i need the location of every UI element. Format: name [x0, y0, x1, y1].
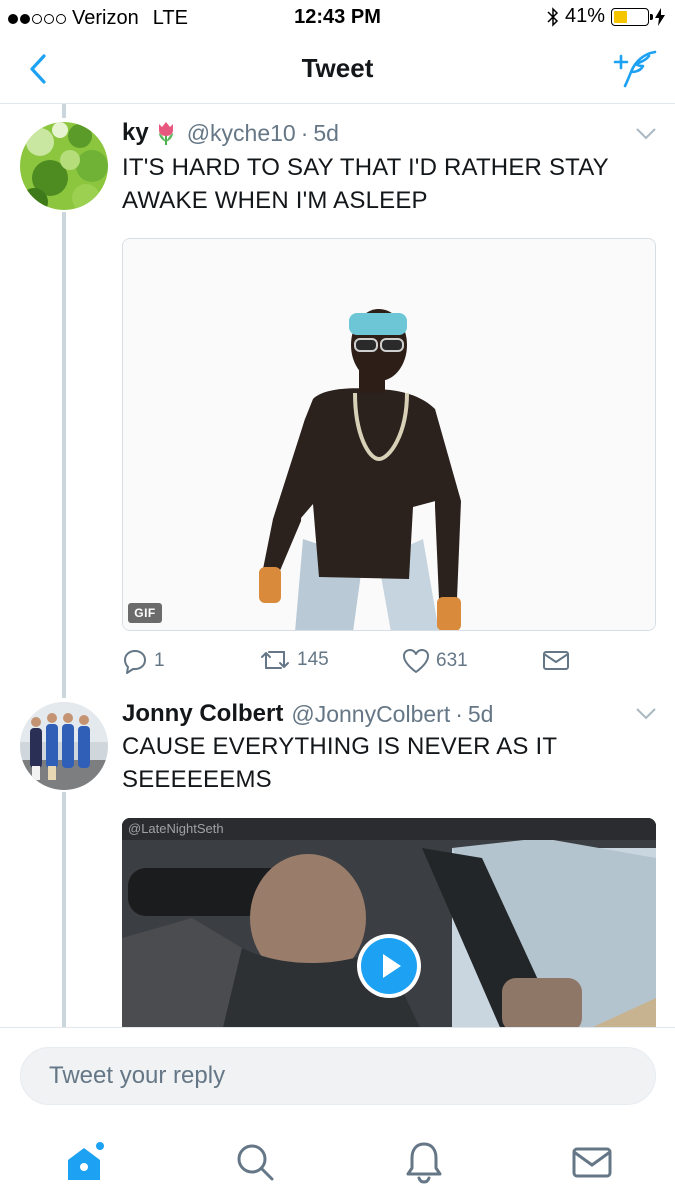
status-right: 41%: [547, 5, 665, 28]
thread-line: [62, 104, 66, 118]
tweet-actions: 1 145 631: [122, 648, 582, 678]
battery-percent: 41%: [564, 5, 605, 27]
bluetooth-icon: [547, 6, 559, 27]
avatar[interactable]: [20, 702, 108, 790]
like-count: 631: [436, 650, 468, 671]
author-name[interactable]: ky: [122, 119, 149, 147]
tweet-time: 5d: [313, 119, 339, 146]
heart-icon: [403, 649, 429, 673]
battery-icon: [611, 7, 653, 26]
separator-dot: ·: [300, 119, 309, 146]
gif-badge: GIF: [128, 603, 162, 623]
separator-dot: ·: [455, 700, 463, 727]
charging-icon: [655, 7, 665, 26]
retweet-button[interactable]: 145: [259, 648, 329, 672]
tweet-text: CAUSE EVERYTHING IS NEVER AS IT SEEEEEEM…: [122, 733, 557, 793]
play-icon: [361, 938, 417, 994]
messages-icon[interactable]: [570, 1140, 614, 1184]
reply-count: 1: [154, 650, 165, 671]
video-watermark: @LateNightSeth: [128, 821, 224, 836]
play-button[interactable]: [357, 934, 421, 998]
tweet-media-video[interactable]: [122, 818, 656, 1032]
status-bar: Verizon LTE 12:43 PM 41%: [0, 0, 675, 34]
retweet-icon: [261, 651, 289, 669]
navigation-bar: Tweet: [0, 34, 675, 104]
tweet-time: 5d: [467, 700, 494, 727]
notifications-icon[interactable]: [402, 1140, 446, 1184]
page-title: Tweet: [301, 53, 374, 83]
retweet-count: 145: [297, 649, 329, 670]
reply-icon: [124, 650, 146, 674]
reply-button[interactable]: 1: [122, 648, 165, 674]
tulip-emoji-icon: [158, 122, 173, 145]
author-name[interactable]: Jonny Colbert: [122, 700, 283, 728]
chevron-down-icon[interactable]: [635, 127, 657, 141]
tweet-header: ky @kyche10 · 5d: [122, 119, 339, 147]
thread-line: [62, 792, 66, 1032]
avatar-image: [20, 122, 108, 210]
envelope-icon: [543, 651, 569, 670]
tweet-header: Jonny Colbert @JonnyColbert · 5d: [122, 700, 493, 728]
chevron-down-icon[interactable]: [635, 707, 657, 721]
avatar-image: [20, 702, 108, 790]
avatar[interactable]: [20, 122, 108, 210]
home-icon[interactable]: [64, 1140, 108, 1184]
author-handle[interactable]: @JonnyColbert: [291, 701, 450, 728]
video-frame: [122, 818, 656, 1032]
tweet-media-gif[interactable]: [122, 238, 656, 631]
search-icon[interactable]: [232, 1140, 276, 1184]
thread-line: [62, 212, 66, 698]
compose-tweet-icon[interactable]: [613, 48, 657, 88]
tab-bar: [0, 1126, 675, 1200]
author-handle[interactable]: @kyche10: [187, 120, 296, 147]
gif-frame: [123, 239, 655, 630]
direct-message-button[interactable]: [542, 648, 570, 672]
tweet-text: IT'S HARD TO SAY THAT I'D RATHER STAY AW…: [122, 154, 609, 214]
reply-input[interactable]: [20, 1047, 656, 1105]
like-button[interactable]: 631: [402, 648, 468, 674]
